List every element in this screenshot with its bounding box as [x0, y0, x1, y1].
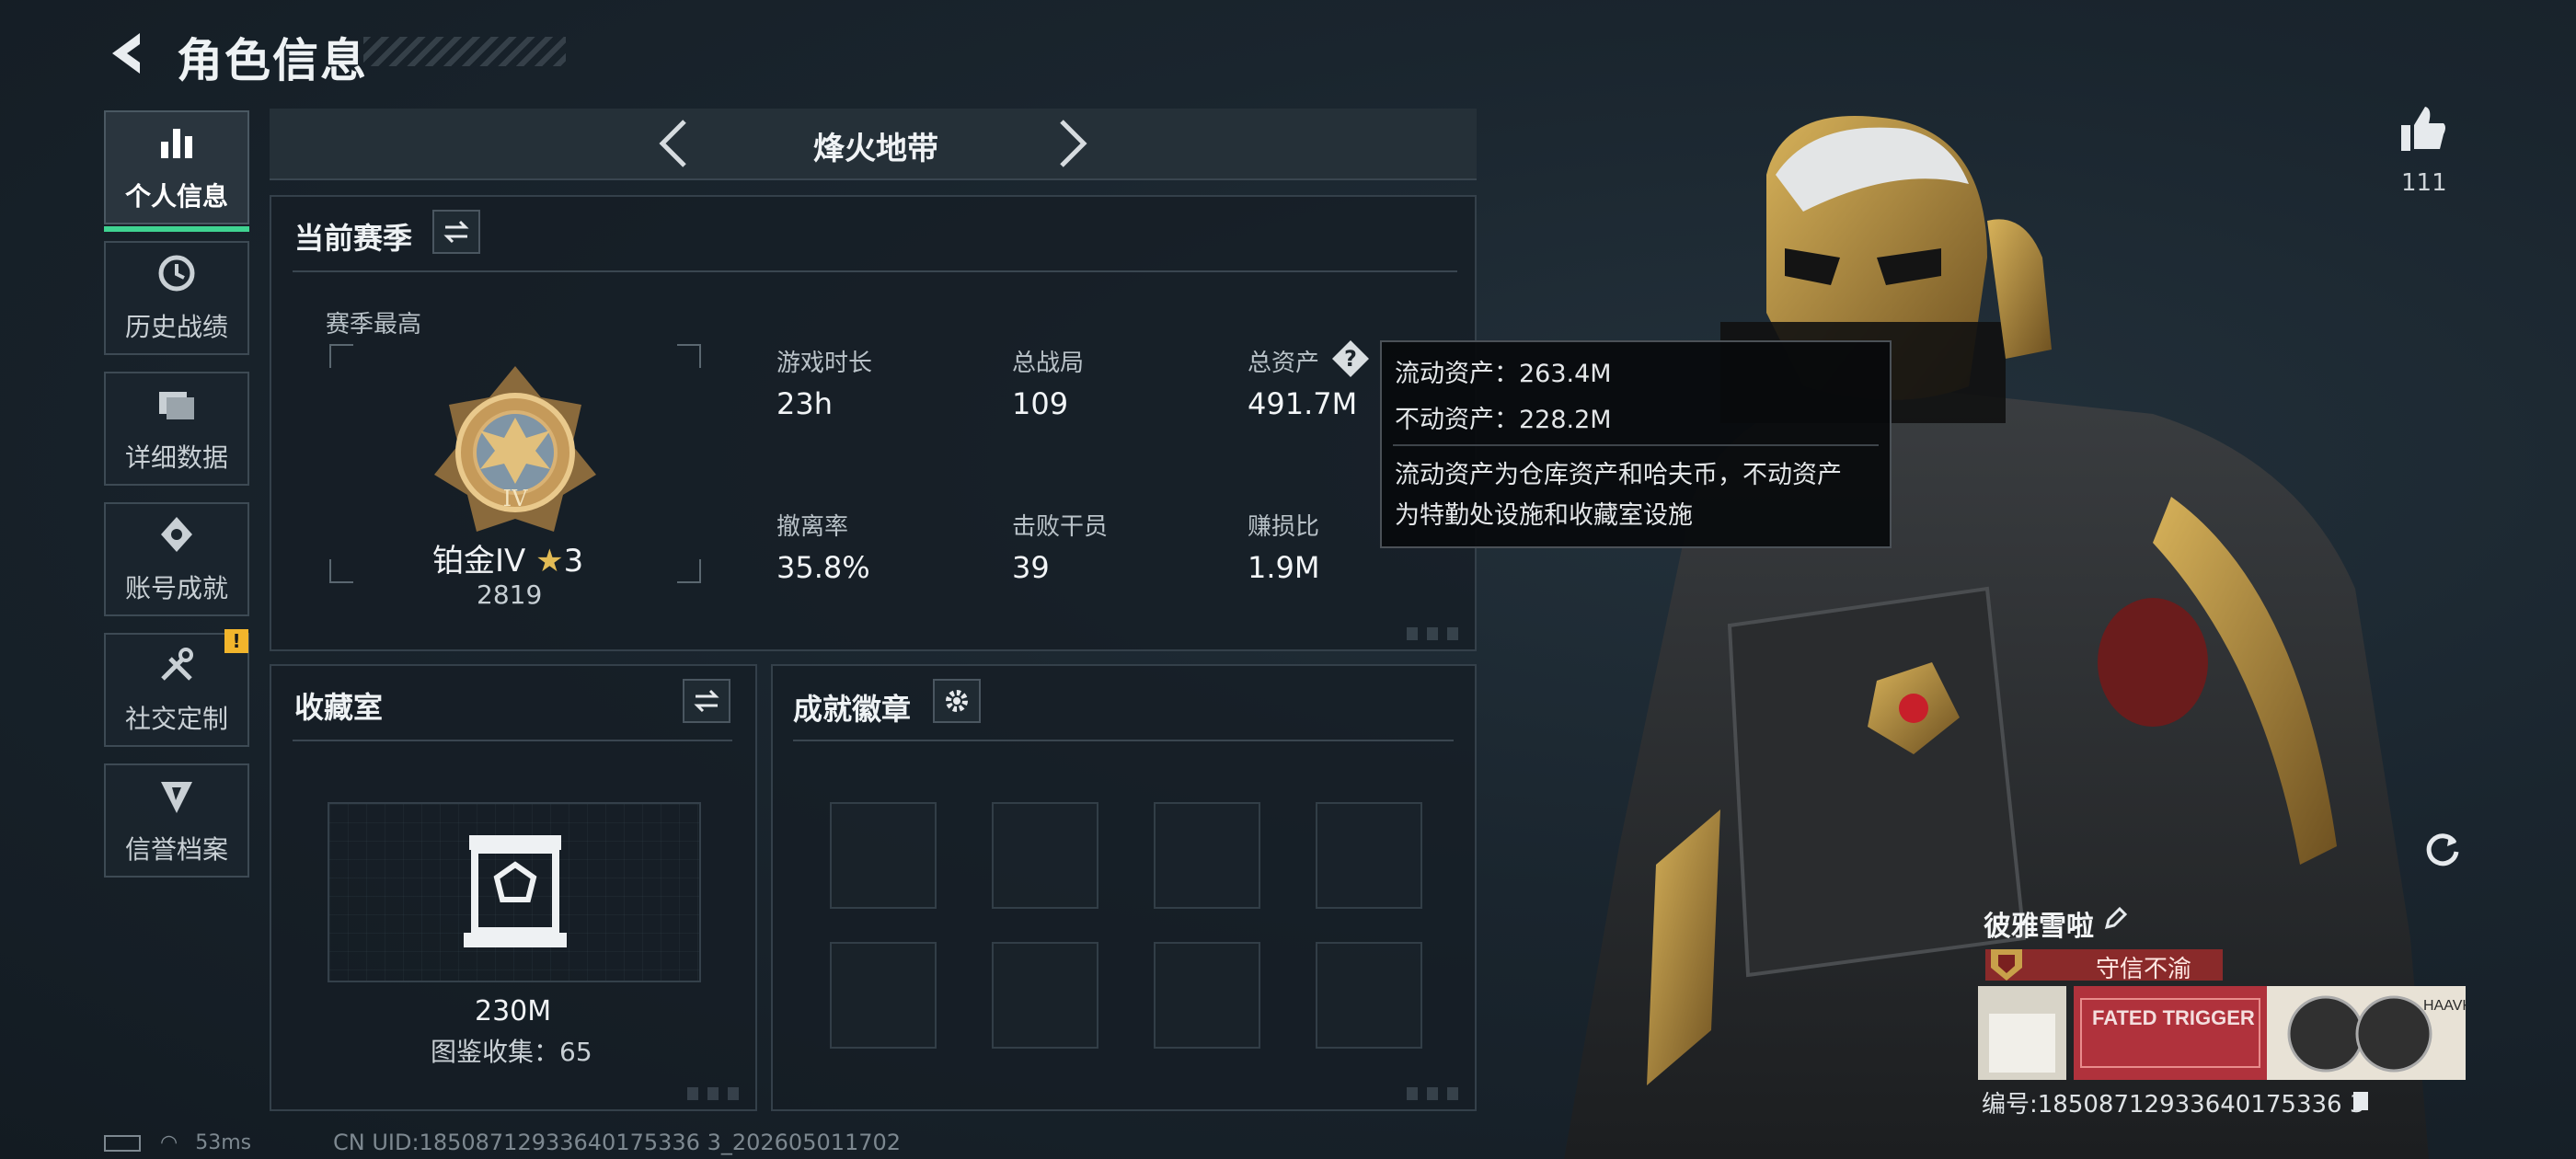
badge-settings-button[interactable] [933, 679, 981, 723]
tooltip-divider [1393, 444, 1879, 446]
gear-icon [946, 690, 968, 712]
chevron-right-icon[interactable] [1054, 118, 1091, 169]
player-name-card[interactable]: FATED TRIGGER HAAVK [1978, 986, 2466, 1080]
season-title: 当前赛季 [294, 221, 413, 256]
collection-value: 230M [475, 995, 552, 1027]
stat-label: 击败干员 [1012, 513, 1109, 541]
stat-label: 总战局 [1012, 350, 1085, 377]
folder-icon [159, 392, 194, 419]
alert-badge: ! [224, 629, 248, 653]
uid-label: CN UID:18508712933640175336 3_2026050117… [333, 1130, 902, 1155]
copy-icon[interactable] [2352, 1088, 2372, 1112]
nav-personal-info[interactable]: 个人信息 [104, 110, 249, 232]
status-bar: ◠ 53ms [104, 1131, 251, 1154]
wifi-icon: ◠ [160, 1131, 178, 1154]
badge-slot[interactable] [992, 802, 1098, 909]
tooltip-fixed: 不动资产：228.2M [1395, 406, 1612, 434]
stat-value: 35.8% [776, 550, 870, 585]
season-best-label: 赛季最高 [326, 311, 422, 339]
player-name: 彼雅雪啦 [1984, 911, 2094, 943]
nav-credit-file[interactable]: 信誉档案 [104, 763, 249, 878]
clock-icon [158, 255, 195, 292]
bar-chart-icon [161, 129, 192, 158]
tooltip-desc-line2: 为特勤处设施和收藏室设施 [1395, 501, 1693, 530]
stat-label: 游戏时长 [776, 350, 873, 377]
rank-score: 2819 [477, 580, 543, 610]
panel-decoration [687, 1087, 742, 1100]
tooltip-desc-line1: 流动资产为仓库资产和哈夫币，不动资产 [1395, 461, 1842, 489]
badges-title: 成就徽章 [793, 692, 912, 727]
star-icon: ★ [535, 543, 564, 580]
battery-icon [104, 1135, 141, 1152]
rank-stars: 3 [563, 543, 584, 580]
collection-title: 收藏室 [294, 690, 384, 725]
nav-label: 历史战绩 [124, 312, 228, 342]
tooltip-liquid: 流动资产：263.4M [1395, 360, 1612, 388]
page-title: 角色信息 [177, 34, 368, 87]
rank-name: 铂金IV [432, 543, 526, 580]
stat-value: 491.7M [1248, 386, 1358, 421]
swap-icon [443, 220, 469, 244]
stat-value: 1.9M [1248, 550, 1320, 585]
nav-detail-data[interactable]: 详细数据 [104, 372, 249, 486]
vault-icon [464, 835, 567, 947]
panel-decoration [1407, 627, 1462, 640]
like-count: 111 [2401, 169, 2447, 197]
player-title: 守信不渝 [2096, 956, 2192, 983]
title-badge-icon [1991, 949, 2022, 981]
stat-label: 撤离率 [776, 513, 849, 541]
stat-label: 总资产 [1248, 350, 1320, 377]
platinum-medal-icon: IV [434, 366, 596, 532]
stat-value: 23h [776, 386, 833, 421]
chevron-left-icon[interactable] [655, 118, 692, 169]
rank-label: 铂金IV ★3 [432, 535, 583, 580]
divider [793, 740, 1454, 741]
panel-decoration [1407, 1087, 1462, 1100]
ping: 53ms [195, 1131, 252, 1154]
nav-label: 信誉档案 [124, 834, 228, 865]
divider [293, 270, 1457, 272]
nav-label: 个人信息 [124, 181, 228, 212]
badge-slot[interactable] [992, 942, 1098, 1049]
achievement-icon [161, 517, 192, 552]
switch-season-button[interactable] [432, 210, 480, 254]
collection-catalog: 图鉴收集：65 [431, 1037, 592, 1067]
stat-value: 109 [1012, 386, 1069, 421]
tools-icon [161, 648, 193, 681]
title-decoration [363, 37, 566, 66]
badge-slot[interactable] [830, 802, 937, 909]
thumbs-up-icon[interactable] [2398, 103, 2449, 155]
swap-icon [694, 689, 719, 713]
nav-label: 账号成就 [124, 573, 228, 603]
back-arrow-icon[interactable] [103, 26, 151, 81]
shield-icon [161, 782, 192, 813]
nav-label: 详细数据 [124, 442, 228, 473]
badge-slot[interactable] [1154, 942, 1260, 1049]
badge-slot[interactable] [1316, 802, 1422, 909]
badge-slot[interactable] [1316, 942, 1422, 1049]
nav-achievements[interactable]: 账号成就 [104, 502, 249, 616]
switch-collection-button[interactable] [683, 679, 730, 723]
edit-icon[interactable] [2101, 905, 2129, 933]
svg-text:IV: IV [503, 486, 528, 511]
nav-label: 社交定制 [124, 704, 228, 734]
player-id: 编号:18508712933640175336 3 [1982, 1091, 2365, 1119]
svg-text:FATED TRIGGER: FATED TRIGGER [2092, 1006, 2255, 1029]
divider [293, 740, 732, 741]
badge-slot[interactable] [1154, 802, 1260, 909]
stat-value: 39 [1012, 550, 1050, 585]
nav-history[interactable]: 历史战绩 [104, 241, 249, 355]
refresh-icon[interactable] [2420, 826, 2464, 870]
stat-label: 赚损比 [1248, 513, 1320, 541]
svg-text:HAAVK: HAAVK [2423, 998, 2466, 1014]
mode-title: 烽火地带 [813, 131, 938, 167]
badge-slot[interactable] [830, 942, 937, 1049]
